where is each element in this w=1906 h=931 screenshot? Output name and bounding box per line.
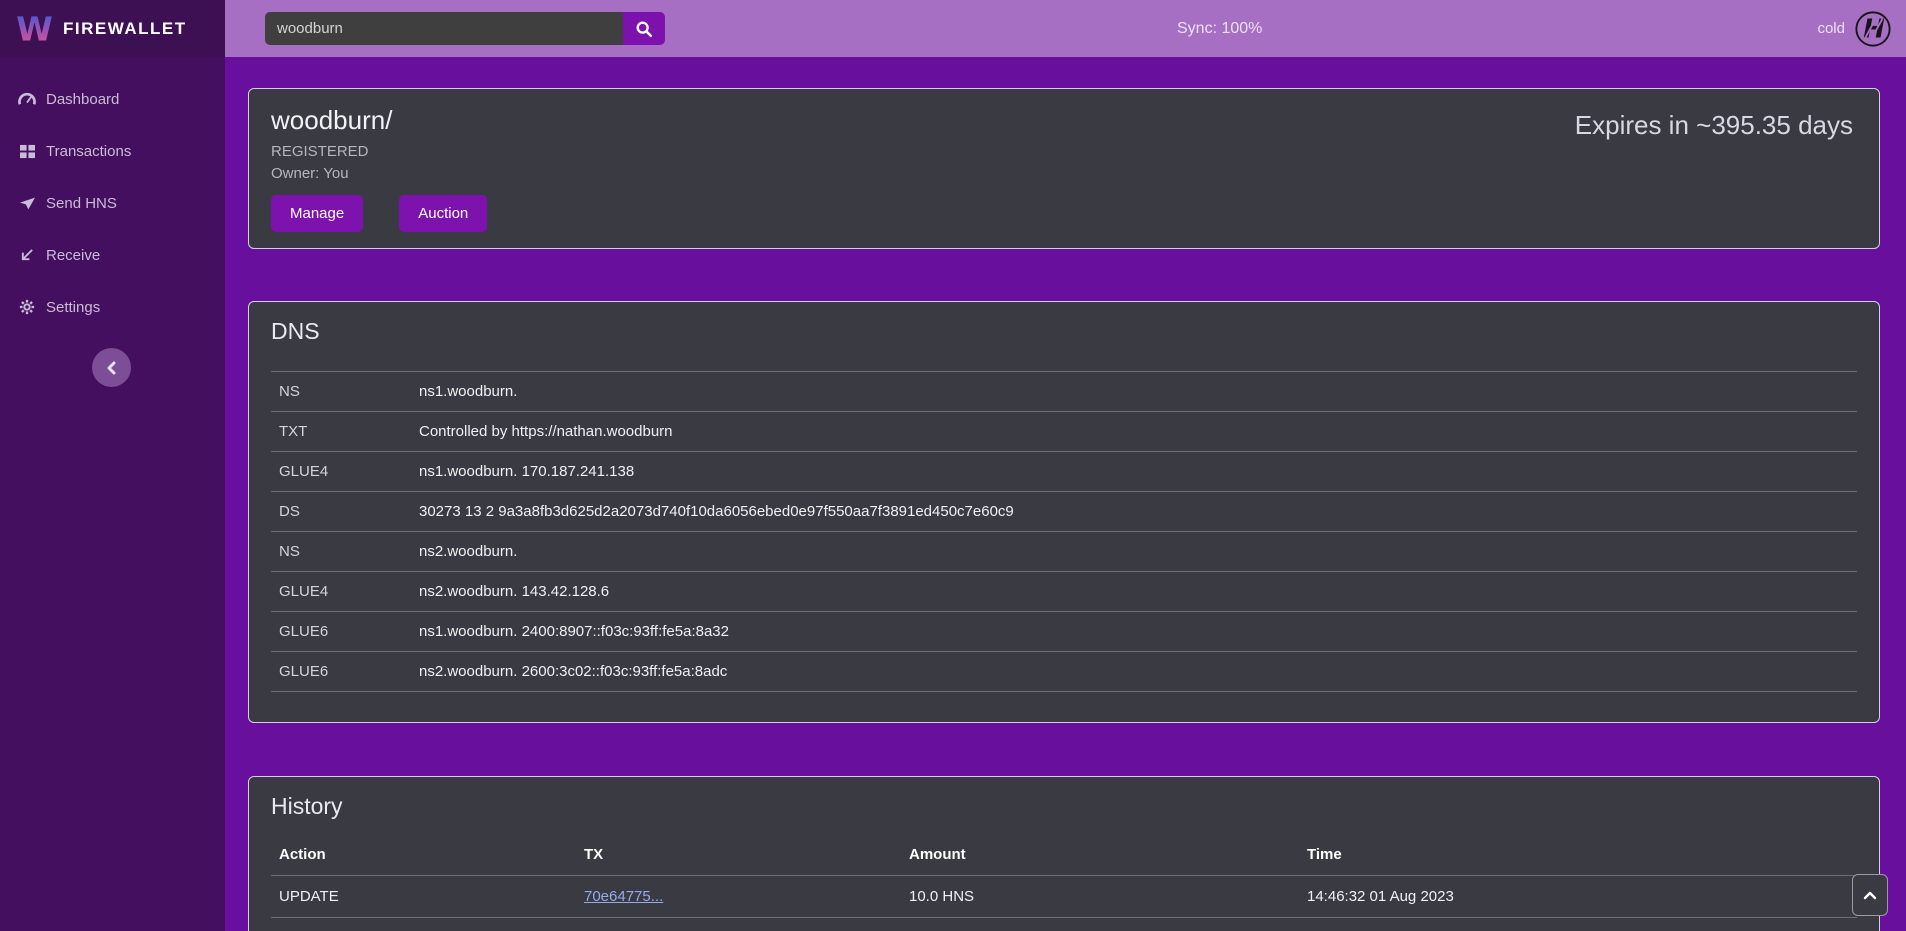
dns-table: NS ns1.woodburn. TXT Controlled by https… — [271, 371, 1857, 692]
sidebar-item-label: Send HNS — [46, 195, 117, 212]
history-title: History — [271, 793, 1857, 820]
history-table: Action TX Amount Time UPDATE 70e64775...… — [271, 834, 1857, 931]
history-col-action: Action — [271, 834, 576, 876]
history-action: UPDATE — [271, 876, 576, 918]
tx-link[interactable]: 70e64775... — [584, 888, 663, 905]
wallet-name: cold — [1817, 20, 1845, 37]
sidebar-item-settings[interactable]: Settings — [0, 281, 225, 333]
sidebar-item-dashboard[interactable]: Dashboard — [0, 73, 225, 125]
dns-record-row: GLUE6 ns1.woodburn. 2400:8907::f03c:93ff… — [271, 612, 1857, 652]
history-row: UPDATE 70e64775... 10.0 HNS 14:46:32 01 … — [271, 876, 1857, 918]
history-amount: 10.0 HNS — [901, 876, 1299, 918]
dns-record-type: GLUE6 — [271, 612, 411, 652]
dns-title: DNS — [271, 318, 1857, 345]
sync-status: Sync: 100% — [1177, 0, 1262, 57]
dns-record-value: ns1.woodburn. 170.187.241.138 — [411, 452, 1857, 492]
sidebar-item-receive[interactable]: Receive — [0, 229, 225, 281]
history-time: 14:46:32 01 Aug 2023 — [1299, 876, 1857, 918]
chevron-up-icon — [1863, 891, 1877, 900]
domain-actions: Manage Auction — [271, 195, 1857, 232]
sidebar-collapse-button[interactable] — [92, 348, 131, 387]
history-action: RENEW — [271, 918, 576, 931]
history-card: History Action TX Amount Time UPDATE 70e… — [248, 776, 1880, 931]
dns-record-row: GLUE4 ns1.woodburn. 170.187.241.138 — [271, 452, 1857, 492]
domain-status: REGISTERED — [271, 143, 1857, 160]
search-icon — [635, 20, 653, 38]
dns-record-type: DS — [271, 492, 411, 532]
brand[interactable]: W FIREWALLET — [0, 0, 225, 57]
auction-button[interactable]: Auction — [399, 195, 487, 232]
dns-record-type: NS — [271, 532, 411, 572]
dns-record-value: ns1.woodburn. 2400:8907::f03c:93ff:fe5a:… — [411, 612, 1857, 652]
brand-name: FIREWALLET — [63, 19, 187, 39]
sidebar-item-label: Settings — [46, 299, 100, 316]
wallet-selector[interactable]: cold H — [1817, 10, 1906, 48]
sidebar-item-label: Receive — [46, 247, 100, 264]
dns-record-type: TXT — [271, 412, 411, 452]
domain-card: woodburn/ REGISTERED Owner: You Manage A… — [248, 88, 1880, 249]
history-row: RENEW d73b5e42... 10.0 HNS 15:45:26 07 F… — [271, 918, 1857, 931]
domain-expiry: Expires in ~395.35 days — [1575, 110, 1853, 141]
sidebar-item-label: Transactions — [46, 143, 131, 160]
settings-icon — [17, 298, 37, 316]
history-col-amount: Amount — [901, 834, 1299, 876]
search-input[interactable] — [265, 12, 623, 45]
dns-record-value: 30273 13 2 9a3a8fb3d625d2a2073d740f10da6… — [411, 492, 1857, 532]
dns-record-row: GLUE6 ns2.woodburn. 2600:3c02::f03c:93ff… — [271, 652, 1857, 692]
search-button[interactable] — [623, 12, 665, 45]
history-col-tx: TX — [576, 834, 901, 876]
sidebar-nav: Dashboard Transactions Send HNS — [0, 73, 225, 333]
dns-record-type: NS — [271, 372, 411, 412]
dashboard-icon — [17, 90, 37, 108]
dns-record-row: NS ns1.woodburn. — [271, 372, 1857, 412]
dns-record-row: TXT Controlled by https://nathan.woodbur… — [271, 412, 1857, 452]
dns-record-value: ns2.woodburn. 2600:3c02::f03c:93ff:fe5a:… — [411, 652, 1857, 692]
chevron-left-icon — [106, 361, 118, 375]
dns-card: DNS NS ns1.woodburn. TXT Controlled by h… — [248, 301, 1880, 723]
transactions-icon — [17, 142, 37, 160]
domain-owner: Owner: You — [271, 165, 1857, 182]
history-time: 15:45:26 07 Feb 2023 — [1299, 918, 1857, 931]
dns-record-row: DS 30273 13 2 9a3a8fb3d625d2a2073d740f10… — [271, 492, 1857, 532]
dns-record-type: GLUE4 — [271, 572, 411, 612]
topbar: Sync: 100% cold H — [225, 0, 1906, 57]
history-header-row: Action TX Amount Time — [271, 834, 1857, 876]
main-content: woodburn/ REGISTERED Owner: You Manage A… — [225, 57, 1906, 931]
sidebar-item-transactions[interactable]: Transactions — [0, 125, 225, 177]
dns-record-value: ns2.woodburn. — [411, 532, 1857, 572]
sidebar-item-send-hns[interactable]: Send HNS — [0, 177, 225, 229]
dns-record-type: GLUE6 — [271, 652, 411, 692]
sidebar-item-label: Dashboard — [46, 91, 119, 108]
history-col-time: Time — [1299, 834, 1857, 876]
manage-button[interactable]: Manage — [271, 195, 363, 232]
dns-record-type: GLUE4 — [271, 452, 411, 492]
dns-record-value: ns2.woodburn. 143.42.128.6 — [411, 572, 1857, 612]
dns-record-value: Controlled by https://nathan.woodburn — [411, 412, 1857, 452]
svg-text:W: W — [16, 10, 53, 47]
scroll-to-top-button[interactable] — [1852, 874, 1888, 916]
dns-record-row: GLUE4 ns2.woodburn. 143.42.128.6 — [271, 572, 1857, 612]
history-amount: 10.0 HNS — [901, 918, 1299, 931]
dns-record-row: NS ns2.woodburn. — [271, 532, 1857, 572]
search-bar — [265, 12, 665, 45]
receive-icon — [17, 246, 37, 264]
dns-record-value: ns1.woodburn. — [411, 372, 1857, 412]
sidebar: W FIREWALLET Dashboard — [0, 0, 225, 931]
send-icon — [17, 194, 37, 212]
handshake-logo-icon: H — [1854, 10, 1892, 48]
firewallet-logo-icon: W — [16, 10, 53, 47]
